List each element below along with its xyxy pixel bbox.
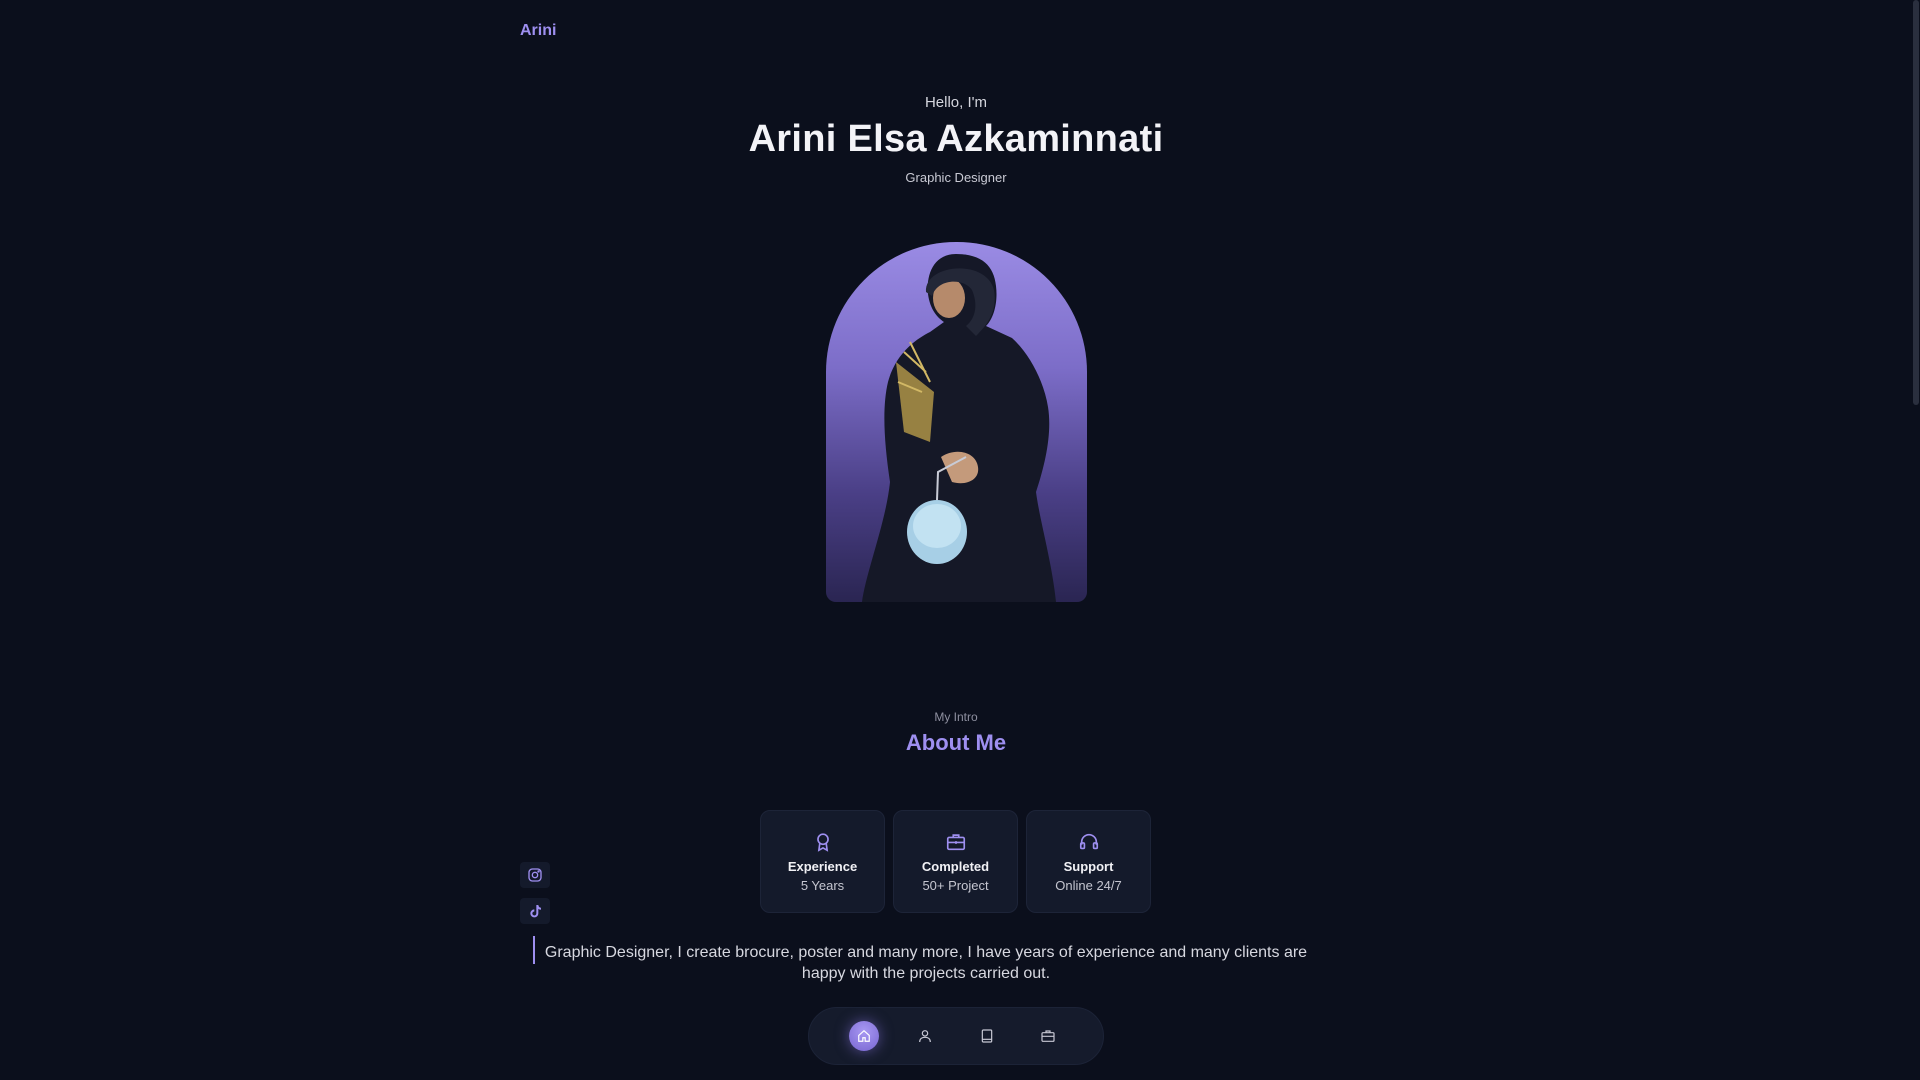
about-description: Graphic Designer, I create brocure, post…	[544, 944, 1308, 982]
description-accent-bar	[533, 936, 535, 964]
bottom-nav	[808, 1007, 1104, 1065]
profile-photo	[826, 242, 1087, 602]
card-title: Experience	[787, 859, 858, 874]
logo-link[interactable]: Arini	[520, 22, 556, 40]
tiktok-link[interactable]	[520, 898, 550, 924]
page: Arini Hello, I'm Arini Elsa Azkaminnati …	[0, 0, 1920, 1080]
instagram-icon	[528, 868, 542, 882]
book-icon	[981, 1029, 993, 1043]
briefcase-icon	[1041, 1030, 1055, 1042]
nav-portfolio[interactable]	[1033, 1021, 1063, 1051]
info-card-completed: Completed 50+ Project	[893, 810, 1018, 913]
hero-name: Arini Elsa Azkaminnati	[748, 118, 1164, 160]
hero-greeting: Hello, I'm	[924, 94, 988, 111]
card-title: Completed	[921, 859, 990, 874]
card-title: Support	[1063, 859, 1114, 874]
info-card-support: Support Online 24/7	[1026, 810, 1151, 913]
nav-resume[interactable]	[972, 1021, 1002, 1051]
user-icon	[919, 1030, 932, 1043]
scrollbar-thumb[interactable]	[1913, 0, 1919, 405]
award-icon	[816, 833, 829, 852]
tiktok-icon	[530, 905, 541, 918]
social-links	[520, 862, 550, 924]
about-title: About Me	[905, 730, 1007, 755]
card-value: 5 Years	[800, 878, 845, 893]
briefcase-icon	[946, 834, 965, 851]
hero-role: Graphic Designer	[905, 170, 1007, 185]
about-subtitle: My Intro	[934, 710, 978, 724]
info-card-experience: Experience 5 Years	[760, 810, 885, 913]
home-icon	[857, 1029, 870, 1042]
info-cards: Experience 5 Years Completed 50+ Project…	[760, 810, 1151, 913]
headset-icon	[1079, 833, 1098, 850]
page-scrollbar[interactable]	[1912, 0, 1920, 1080]
card-value: 50+ Project	[922, 878, 989, 893]
instagram-link[interactable]	[520, 862, 550, 888]
nav-about[interactable]	[910, 1021, 940, 1051]
card-value: Online 24/7	[1055, 878, 1122, 893]
nav-home[interactable]	[848, 1021, 879, 1051]
